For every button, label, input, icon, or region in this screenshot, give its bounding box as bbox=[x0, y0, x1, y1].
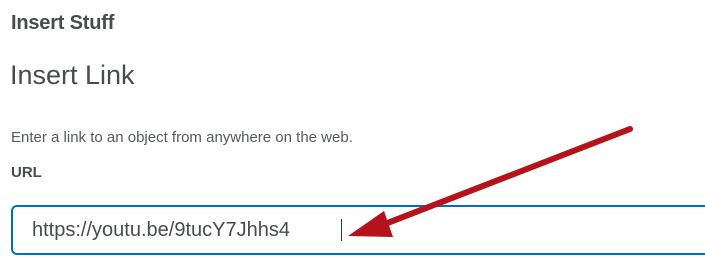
insert-stuff-dialog: Insert Stuff Insert Link Enter a link to… bbox=[0, 0, 705, 259]
insert-link-heading: Insert Link bbox=[10, 60, 135, 90]
insert-link-description: Enter a link to an object from anywhere … bbox=[11, 129, 353, 146]
text-cursor bbox=[341, 219, 342, 241]
url-input[interactable] bbox=[13, 207, 705, 253]
url-field-container[interactable] bbox=[11, 205, 705, 255]
dialog-title: Insert Stuff bbox=[11, 12, 115, 34]
url-field-label: URL bbox=[11, 164, 42, 181]
